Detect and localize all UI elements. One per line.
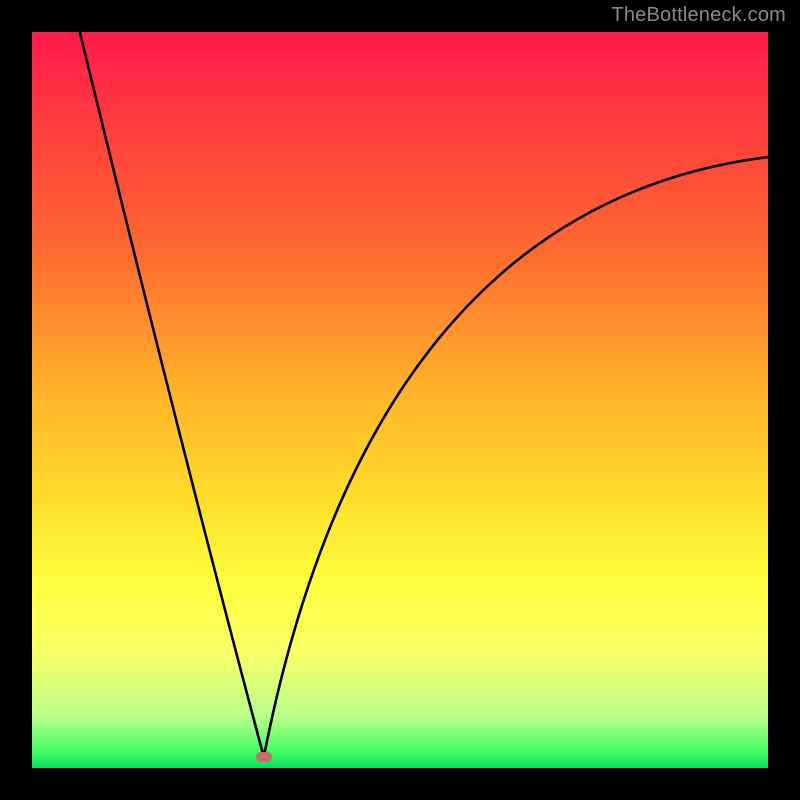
bottleneck-curve — [32, 32, 768, 768]
chart-frame: TheBottleneck.com — [0, 0, 800, 800]
plot-area — [32, 32, 768, 768]
optimal-point-marker — [256, 752, 272, 762]
watermark-text: TheBottleneck.com — [611, 4, 786, 27]
